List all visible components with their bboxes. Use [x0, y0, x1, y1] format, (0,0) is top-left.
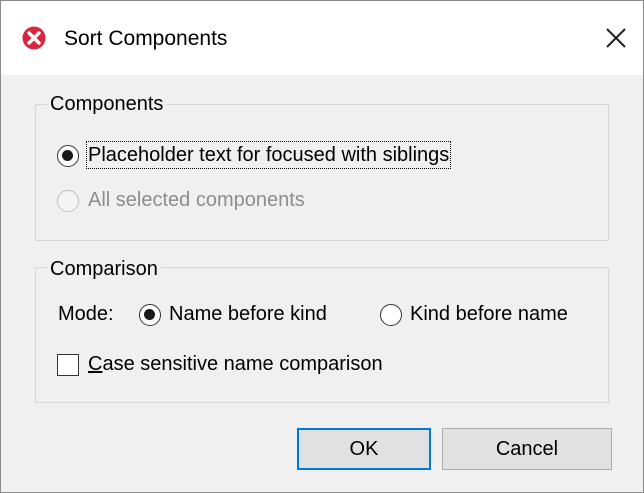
case-sensitive-mnemonic: C — [88, 353, 103, 375]
ok-button[interactable]: OK — [297, 428, 431, 470]
case-sensitive-checkbox[interactable] — [57, 354, 79, 376]
radio-kind-before-name-label[interactable]: Kind before name — [410, 302, 568, 326]
comparison-legend: Comparison — [47, 257, 161, 281]
close-button[interactable] — [599, 21, 633, 55]
radio-all-selected[interactable] — [57, 190, 79, 212]
comparison-group — [35, 267, 609, 403]
components-group — [35, 104, 609, 241]
radio-kind-before-name[interactable] — [380, 304, 402, 326]
cancel-button[interactable]: Cancel — [442, 428, 612, 470]
radio-name-before-kind-label[interactable]: Name before kind — [169, 302, 327, 326]
radio-name-before-kind[interactable] — [139, 304, 161, 326]
sort-components-dialog: Sort Components Components Placeholder t… — [0, 0, 644, 493]
radio-placeholder-focused-label[interactable]: Placeholder text for focused with siblin… — [85, 141, 452, 169]
close-icon — [606, 28, 626, 48]
altova-x-icon — [22, 26, 46, 50]
case-sensitive-label[interactable]: Case sensitive name comparison — [88, 352, 383, 376]
mode-label: Mode: — [58, 303, 114, 325]
title-bar: Sort Components — [1, 1, 643, 75]
components-legend: Components — [47, 92, 167, 116]
radio-all-selected-label[interactable]: All selected components — [88, 188, 305, 212]
dialog-title: Sort Components — [64, 27, 228, 50]
radio-placeholder-focused[interactable] — [57, 145, 79, 167]
case-sensitive-label-text: ase sensitive name comparison — [102, 353, 383, 375]
